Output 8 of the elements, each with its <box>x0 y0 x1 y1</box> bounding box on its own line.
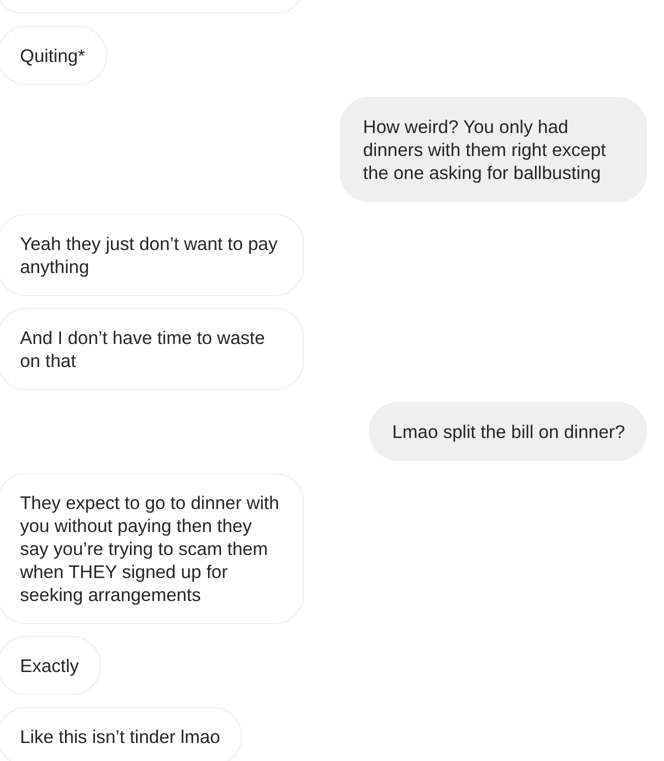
outgoing-message: Lmao split the bill on dinner? <box>369 402 647 461</box>
incoming-message: Quiting* <box>0 26 108 85</box>
incoming-message: Like this isn’t tinder lmao <box>0 707 242 761</box>
incoming-message: Exactly <box>0 636 101 695</box>
outgoing-message: How weird? You only had dinners with them right except the one asking for ballbusting <box>340 97 647 202</box>
incoming-message: Yeah they just don’t want to pay anything <box>0 214 304 296</box>
incoming-message: And I don’t have time to waste on that <box>0 308 304 390</box>
incoming-message: They expect to go to dinner with you without paying then they say you’re trying to scam them when THEY signed up for seeking arrangements <box>0 473 304 624</box>
